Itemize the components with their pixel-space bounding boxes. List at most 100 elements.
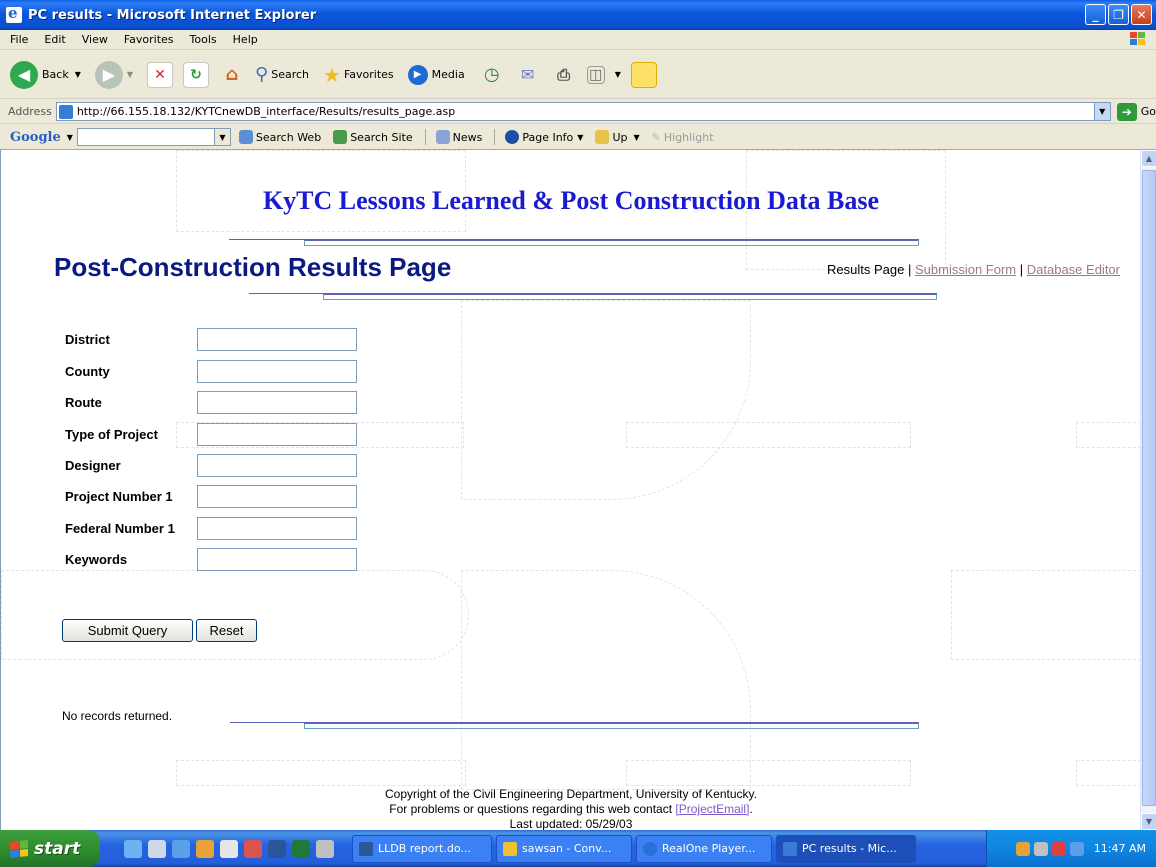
tool-quicklaunch-icon[interactable] <box>316 839 334 858</box>
history-icon[interactable]: ◷ <box>479 62 505 88</box>
up-label: Up <box>612 130 628 144</box>
address-input[interactable]: http://66.155.18.132/KYTCnewDB_interface… <box>55 102 1111 121</box>
minimize-button[interactable]: _ <box>1085 4 1106 25</box>
project-number-input[interactable] <box>197 485 357 508</box>
google-logo[interactable]: Google <box>10 130 61 145</box>
edit-dropdown-icon[interactable]: ▼ <box>615 70 621 79</box>
search-label: Search <box>271 68 310 81</box>
route-input[interactable] <box>197 391 357 414</box>
menu-view[interactable]: View <box>82 33 108 46</box>
vertical-scrollbar[interactable]: ▲ ▼ <box>1140 150 1156 830</box>
network-tray-icon[interactable] <box>1015 841 1030 856</box>
county-input[interactable] <box>197 360 357 383</box>
project-number-label: Project Number 1 <box>65 489 173 504</box>
search-site-label: Search Site <box>350 130 413 144</box>
security-tray-icon[interactable] <box>1051 841 1066 856</box>
page-nav: Results Page | Submission Form | Databas… <box>827 262 1120 277</box>
contact-suffix: . <box>749 802 753 816</box>
word-quicklaunch-icon[interactable] <box>268 839 286 858</box>
favorites-button[interactable]: ★ Favorites <box>323 63 394 87</box>
forward-dropdown-icon[interactable]: ▼ <box>127 70 133 79</box>
notepad-quicklaunch-icon[interactable] <box>148 839 166 858</box>
close-button[interactable]: ✕ <box>1131 4 1152 25</box>
task-pc-results[interactable]: PC results - Mic... <box>776 834 916 863</box>
stop-icon[interactable]: ✕ <box>147 61 174 88</box>
address-dropdown-icon[interactable]: ▼ <box>1093 103 1110 120</box>
media-button[interactable]: ▶ Media <box>407 64 465 85</box>
menu-tools[interactable]: Tools <box>190 33 217 46</box>
favorites-label: Favorites <box>343 68 394 81</box>
discuss-note-icon[interactable] <box>630 61 657 88</box>
copyright-text: Copyright of the Civil Engineering Depar… <box>385 787 757 801</box>
page-info-dropdown-icon: ▼ <box>577 132 584 142</box>
app-quicklaunch-icon[interactable] <box>244 839 262 858</box>
task-lldb-report[interactable]: LLDB report.do... <box>352 834 492 863</box>
scroll-thumb[interactable] <box>1142 170 1156 806</box>
type-of-project-input[interactable] <box>197 423 357 446</box>
up-button[interactable]: Up ▼ <box>595 130 640 144</box>
page-heading: Post-Construction Results Page <box>54 252 452 282</box>
realone-icon <box>643 841 657 856</box>
federal-number-input[interactable] <box>197 517 357 540</box>
clock[interactable]: 11:47 AM <box>1094 842 1146 855</box>
menu-favorites[interactable]: Favorites <box>124 33 174 46</box>
google-search-input[interactable] <box>76 128 215 146</box>
window-titlebar: PC results - Microsoft Internet Explorer… <box>0 0 1156 30</box>
field-county: County <box>65 360 357 383</box>
search-web-button[interactable]: Search Web <box>238 130 321 144</box>
reset-button[interactable]: Reset <box>196 619 257 642</box>
toolbar-separator <box>424 129 426 145</box>
highlight-button[interactable]: ✎ Highlight <box>652 131 714 144</box>
print-icon[interactable]: ⎙ <box>551 62 577 88</box>
go-button[interactable]: ➔ Go <box>1116 102 1156 121</box>
task-label: sawsan - Conv... <box>522 842 612 855</box>
edit-icon[interactable]: ◫ <box>586 65 605 84</box>
background-decoration <box>1 570 469 660</box>
ie-quicklaunch-icon[interactable] <box>124 839 142 858</box>
maximize-button[interactable]: ❐ <box>1108 4 1129 25</box>
district-input[interactable] <box>197 328 357 351</box>
back-button[interactable]: ◀ Back ▼ <box>10 60 81 89</box>
scroll-down-icon[interactable]: ▼ <box>1141 813 1156 830</box>
task-label: LLDB report.do... <box>378 842 471 855</box>
nav-database-editor-link[interactable]: Database Editor <box>1027 262 1120 277</box>
field-project-number: Project Number 1 <box>65 485 357 508</box>
excel-quicklaunch-icon[interactable] <box>292 839 310 858</box>
submit-query-button[interactable]: Submit Query <box>62 619 193 642</box>
page-info-button[interactable]: Page Info ▼ <box>505 130 583 144</box>
volume-tray-icon[interactable] <box>1033 841 1048 856</box>
media-icon: ▶ <box>407 64 428 85</box>
task-realone-player[interactable]: RealOne Player... <box>636 834 772 863</box>
menu-file[interactable]: File <box>10 33 28 46</box>
mail-quicklaunch-icon[interactable] <box>220 839 238 858</box>
ie-app-icon <box>6 4 22 23</box>
keywords-input[interactable] <box>197 548 357 571</box>
forward-button[interactable]: ▶ ▼ <box>94 60 133 89</box>
forward-arrow-icon: ▶ <box>94 60 123 89</box>
home-icon[interactable]: ⌂ <box>219 62 245 88</box>
refresh-icon[interactable]: ↻ <box>183 61 210 88</box>
project-email-link[interactable]: [ProjectEmail] <box>675 802 749 816</box>
start-button[interactable]: start <box>0 830 100 867</box>
route-label: Route <box>65 395 102 410</box>
folder-quicklaunch-icon[interactable] <box>196 839 214 858</box>
menu-edit[interactable]: Edit <box>44 33 65 46</box>
nav-submission-form-link[interactable]: Submission Form <box>915 262 1016 277</box>
keywords-label: Keywords <box>65 552 128 567</box>
back-dropdown-icon[interactable]: ▼ <box>75 70 81 79</box>
search-site-button[interactable]: Search Site <box>333 130 413 144</box>
google-menu-dropdown-icon[interactable]: ▼ <box>67 133 73 142</box>
google-search-dropdown-icon[interactable]: ▼ <box>214 128 231 146</box>
highlight-label: Highlight <box>663 130 714 144</box>
news-label: News <box>452 130 483 144</box>
browser-quicklaunch-icon[interactable] <box>172 839 190 858</box>
designer-input[interactable] <box>197 454 357 477</box>
scroll-up-icon[interactable]: ▲ <box>1141 150 1156 167</box>
task-sawsan-conv[interactable]: sawsan - Conv... <box>496 834 632 863</box>
google-toolbar: Google ▼ ▼ Search Web Search Site News P… <box>0 125 1156 150</box>
mail-icon[interactable]: ✉ <box>515 62 541 88</box>
menu-help[interactable]: Help <box>233 33 258 46</box>
news-button[interactable]: News <box>435 130 483 144</box>
app-tray-icon[interactable] <box>1069 841 1084 856</box>
search-button[interactable]: ⚲ Search <box>255 64 309 85</box>
